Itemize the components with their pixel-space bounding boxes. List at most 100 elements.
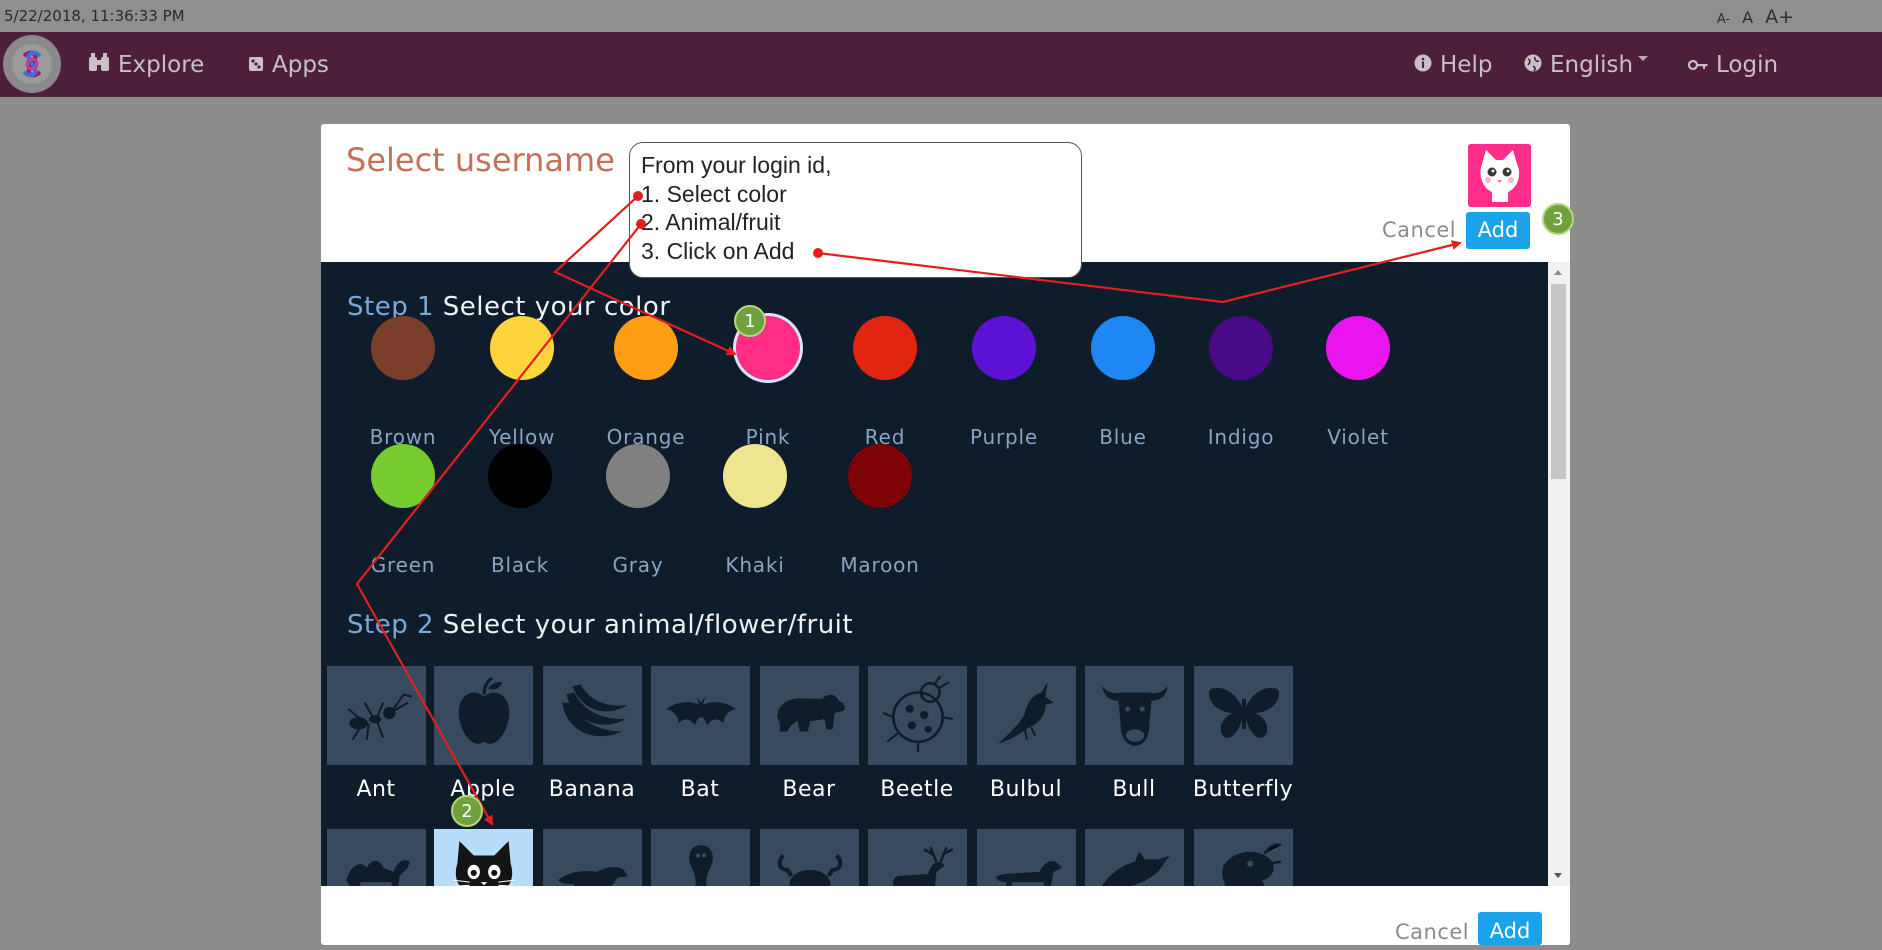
scroll-up-arrow-icon[interactable] — [1554, 270, 1562, 275]
dragon-icon — [1203, 835, 1285, 886]
add-button-top[interactable]: Add — [1466, 212, 1530, 249]
font-size-controls: A- A A+ — [1717, 6, 1794, 28]
color-swatch-indigo[interactable] — [1209, 316, 1273, 380]
callout-line-2: 1. Select color — [641, 180, 787, 207]
bulbul-icon — [986, 672, 1068, 759]
nav-apps[interactable]: Apps — [248, 52, 329, 78]
color-swatch-black[interactable] — [488, 444, 552, 508]
apple-icon — [443, 672, 525, 759]
item-tile-crab[interactable] — [760, 829, 859, 886]
color-label-black: Black — [490, 553, 550, 577]
cat-icon — [443, 835, 525, 886]
nav-login-label: Login — [1716, 52, 1779, 78]
item-tile-camel[interactable] — [327, 829, 426, 886]
item-tile-bat[interactable] — [651, 666, 750, 765]
item-tile-dolphin[interactable] — [1085, 829, 1184, 886]
increase-font-button[interactable]: A+ — [1765, 6, 1794, 28]
nav-login[interactable]: Login — [1687, 52, 1779, 78]
item-tile-bull[interactable] — [1085, 666, 1184, 765]
scroll-down-arrow-icon[interactable] — [1554, 873, 1562, 878]
item-tile-cobra[interactable] — [651, 829, 750, 886]
item-label-butterfly: Butterfly — [1192, 777, 1294, 802]
item-tile-bulbul[interactable] — [977, 666, 1076, 765]
color-label-maroon: Maroon — [840, 553, 920, 577]
color-swatch-yellow[interactable] — [490, 316, 554, 380]
app-logo[interactable] — [3, 35, 61, 93]
callout-line-4: 3. Click on Add — [641, 237, 795, 264]
panel-scrollbar[interactable] — [1548, 262, 1570, 886]
color-swatch-brown[interactable] — [371, 316, 435, 380]
step-badge-1: 1 — [734, 305, 766, 337]
decrease-font-button[interactable]: A- — [1717, 12, 1730, 27]
dice-icon — [248, 53, 264, 77]
nav-help[interactable]: Help — [1414, 52, 1492, 78]
color-label-green: Green — [370, 553, 436, 577]
item-tile-cheetah[interactable] — [543, 829, 642, 886]
item-tile-banana[interactable] — [543, 666, 642, 765]
scroll-thumb[interactable] — [1551, 284, 1566, 479]
nav-explore[interactable]: Explore — [88, 52, 204, 78]
color-label-indigo: Indigo — [1207, 425, 1275, 449]
color-swatch-violet[interactable] — [1326, 316, 1390, 380]
item-tile-cat[interactable] — [434, 829, 533, 886]
dog-icon — [986, 835, 1068, 886]
dolphin-icon — [1094, 835, 1176, 886]
avatar-preview — [1468, 144, 1531, 207]
instruction-callout: From your login id, 1. Select color 2. A… — [629, 142, 1082, 278]
color-swatch-orange[interactable] — [614, 316, 678, 380]
color-swatch-blue[interactable] — [1091, 316, 1155, 380]
cancel-button-top[interactable]: Cancel — [1382, 218, 1456, 242]
item-tile-apple[interactable] — [434, 666, 533, 765]
bear-icon — [769, 672, 851, 759]
bull-icon — [1094, 672, 1176, 759]
step2-number: Step 2 — [347, 610, 435, 640]
item-tile-deer[interactable] — [868, 829, 967, 886]
item-tile-beetle[interactable] — [868, 666, 967, 765]
chevron-down-icon — [1638, 56, 1648, 61]
key-icon — [1687, 53, 1708, 77]
nav-apps-label: Apps — [272, 52, 329, 78]
binoculars-icon — [88, 52, 110, 78]
color-swatch-green[interactable] — [371, 444, 435, 508]
color-swatch-red[interactable] — [853, 316, 917, 380]
step2-text: Select your animal/flower/fruit — [442, 610, 854, 640]
item-tile-dragon[interactable] — [1194, 829, 1293, 886]
nav-explore-label: Explore — [118, 52, 205, 78]
step2-heading: Step 2 Select your animal/flower/fruit — [347, 610, 853, 640]
color-swatch-gray[interactable] — [606, 444, 670, 508]
crab-icon — [769, 835, 851, 886]
modal-title: Select username — [346, 141, 615, 179]
beetle-icon — [877, 672, 959, 759]
butterfly-icon — [1203, 672, 1285, 759]
nav-language[interactable]: English — [1524, 52, 1633, 78]
camel-icon — [336, 835, 418, 886]
step-badge-2: 2 — [451, 795, 483, 827]
cat-avatar-icon — [1468, 144, 1531, 207]
cobra-icon — [660, 835, 742, 886]
color-label-pink: Pink — [745, 425, 791, 449]
selection-panel: Step 1 Select your color Brown Yellow Oran… — [321, 262, 1548, 886]
bat-icon — [660, 672, 742, 759]
cancel-button-bottom[interactable]: Cancel — [1395, 920, 1469, 944]
deer-icon — [877, 835, 959, 886]
cheetah-icon — [552, 835, 634, 886]
color-label-violet: Violet — [1327, 425, 1389, 449]
color-swatch-maroon[interactable] — [848, 444, 912, 508]
add-button-bottom[interactable]: Add — [1478, 912, 1542, 945]
item-tile-dog[interactable] — [977, 829, 1076, 886]
item-tile-ant[interactable] — [327, 666, 426, 765]
nav-language-label: English — [1550, 52, 1634, 78]
timestamp: 5/22/2018, 11:36:33 PM — [4, 7, 185, 25]
color-swatch-purple[interactable] — [972, 316, 1036, 380]
nav-help-label: Help — [1440, 52, 1493, 78]
item-tile-butterfly[interactable] — [1194, 666, 1293, 765]
color-swatch-khaki[interactable] — [723, 444, 787, 508]
color-label-khaki: Khaki — [725, 553, 785, 577]
normal-font-button[interactable]: A — [1742, 8, 1753, 27]
banana-icon — [552, 672, 634, 759]
globe-icon — [1524, 53, 1542, 77]
color-label-gray: Gray — [612, 553, 664, 577]
ant-icon — [336, 672, 418, 759]
top-bar: 5/22/2018, 11:36:33 PM A- A A+ — [0, 0, 1882, 32]
item-tile-bear[interactable] — [760, 666, 859, 765]
